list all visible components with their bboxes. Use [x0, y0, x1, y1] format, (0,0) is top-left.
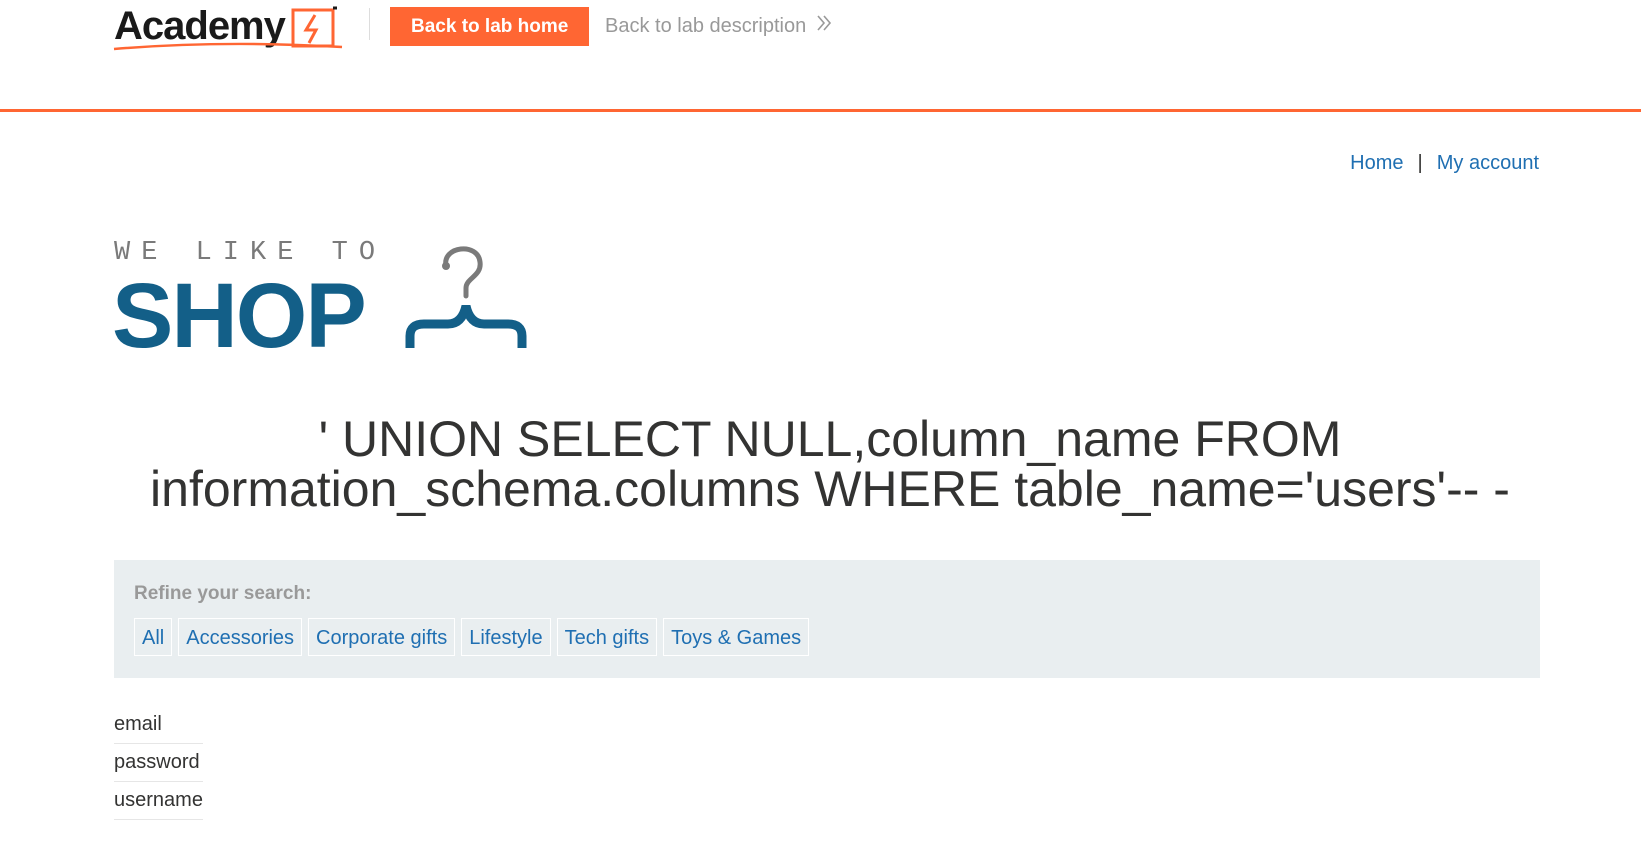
- nav-my-account-link[interactable]: My account: [1437, 152, 1539, 175]
- list-item: username: [114, 782, 203, 820]
- academy-logo-underline: [113, 42, 343, 51]
- filter-category-tech-gifts[interactable]: Tech gifts: [556, 618, 658, 656]
- back-to-lab-description-link[interactable]: Back to lab description: [605, 7, 832, 46]
- hanger-icon: [405, 246, 527, 348]
- filter-panel: Refine your search: All Accessories Corp…: [114, 560, 1540, 678]
- shop-logo-word: SHOP: [112, 265, 367, 367]
- filter-category-list: All Accessories Corporate gifts Lifestyl…: [134, 618, 1520, 656]
- shop-logo-tagline: WE LIKE TO: [114, 238, 387, 268]
- list-item: email: [114, 706, 203, 744]
- search-results-heading: ' UNION SELECT NULL,column_name FROM inf…: [150, 411, 1510, 517]
- nav-home-link[interactable]: Home: [1350, 152, 1403, 175]
- filter-label: Refine your search:: [134, 583, 312, 604]
- filter-category-all[interactable]: All: [134, 618, 173, 656]
- back-to-lab-home-button[interactable]: Back to lab home: [390, 7, 590, 46]
- site-nav: Home | My account: [1350, 152, 1539, 175]
- shop-logo[interactable]: WE LIKE TO SHOP: [112, 238, 572, 366]
- header-divider: [369, 8, 370, 40]
- double-chevron-right-icon: [816, 7, 832, 46]
- filter-category-lifestyle[interactable]: Lifestyle: [461, 618, 551, 656]
- filter-category-accessories[interactable]: Accessories: [178, 618, 303, 656]
- filter-category-toys-games[interactable]: Toys & Games: [663, 618, 810, 656]
- list-item: password: [114, 744, 203, 782]
- back-to-lab-description-label: Back to lab description: [605, 15, 807, 37]
- filter-category-corporate-gifts[interactable]: Corporate gifts: [308, 618, 456, 656]
- lab-header: Academy Back to lab home Back to lab des…: [0, 0, 1641, 112]
- nav-separator: |: [1417, 152, 1423, 174]
- results-list: email password username: [114, 706, 203, 820]
